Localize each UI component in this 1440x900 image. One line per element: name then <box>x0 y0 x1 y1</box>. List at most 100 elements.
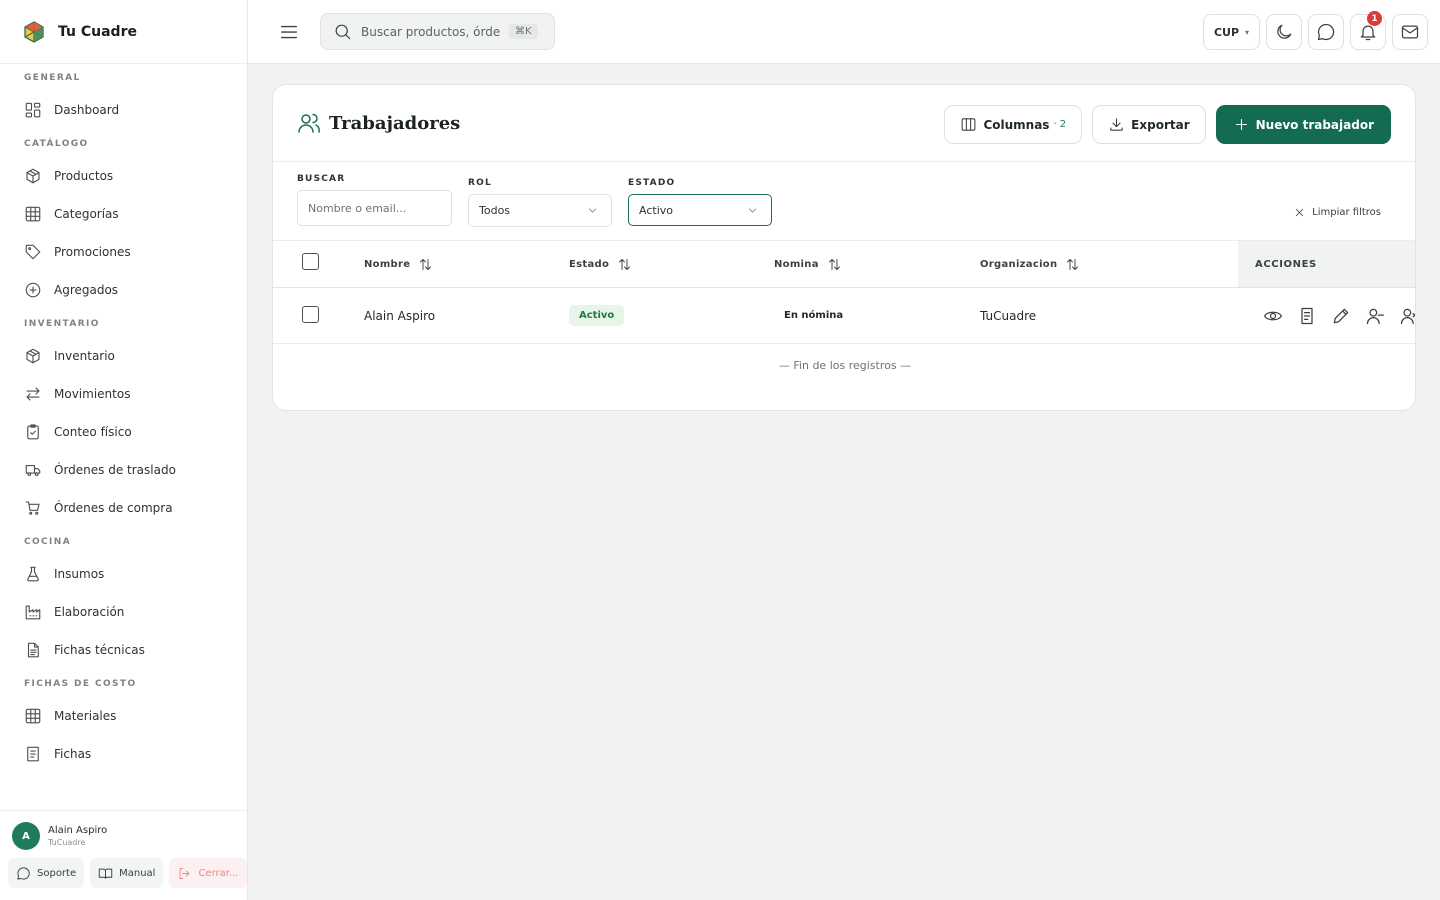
sidebar-item-materiales[interactable]: Materiales <box>0 697 247 735</box>
close-icon <box>1295 208 1304 217</box>
support-button[interactable]: Soporte <box>8 858 85 888</box>
caret-down-icon: ▾ <box>1245 27 1250 37</box>
sidebar-item-conteo-fisico[interactable]: Conteo físico <box>0 413 247 451</box>
plus-circle-icon <box>25 282 41 298</box>
role-select[interactable]: Todos <box>468 194 612 227</box>
tag-icon <box>25 244 41 260</box>
user-org: TuCuadre <box>48 838 86 847</box>
user-profile[interactable]: A Alain Aspiro TuCuadre <box>0 811 247 850</box>
sidebar-item-inventario[interactable]: Inventario <box>0 337 247 375</box>
box-icon <box>26 168 40 184</box>
column-header-org[interactable]: Organizacion <box>980 241 1080 287</box>
status-select[interactable]: Activo <box>628 194 772 226</box>
chat-button[interactable] <box>1308 14 1344 50</box>
table-row[interactable]: Alain Aspiro Activo En nómina TuCuadre <box>273 288 1415 344</box>
currency-value: CUP <box>1213 25 1240 39</box>
column-header-payroll[interactable]: Nomina <box>774 241 842 287</box>
topbar: ⌘K CUP ▾ 1 <box>248 0 1440 64</box>
nav-section-cocina: COCINA <box>24 537 72 547</box>
search-icon <box>335 24 351 40</box>
sort-icon <box>1067 258 1079 270</box>
sidebar-item-categorias[interactable]: Categorías <box>0 195 247 233</box>
sidebar-item-label: Elaboración <box>54 605 125 619</box>
columns-button[interactable]: Columnas · 2 <box>944 105 1083 144</box>
search-shortcut: ⌘K <box>509 24 538 39</box>
sidebar-item-label: Productos <box>54 169 114 183</box>
sidebar-item-ordenes-traslado[interactable]: Órdenes de traslado <box>0 451 247 489</box>
dashboard-icon <box>25 102 41 118</box>
sidebar-item-agregados[interactable]: Agregados <box>0 271 247 309</box>
select-all-checkbox[interactable] <box>302 253 319 270</box>
notifications-badge: 1 <box>1367 11 1382 26</box>
sidebar-item-label: Insumos <box>54 567 105 581</box>
users-icon <box>298 113 320 133</box>
sidebar-item-label: Conteo físico <box>54 425 132 439</box>
avatar: A <box>12 822 40 850</box>
sidebar-item-fichas-tecnicas[interactable]: Fichas técnicas <box>0 631 247 669</box>
book-open-icon <box>98 868 113 879</box>
pencil-icon[interactable] <box>1331 306 1351 326</box>
sidebar-item-label: Categorías <box>54 207 119 221</box>
brand[interactable]: Tu Cuadre <box>0 0 247 64</box>
new-worker-button[interactable]: Nuevo trabajador <box>1215 105 1391 144</box>
sidebar-item-label: Agregados <box>54 283 119 297</box>
search-input[interactable] <box>361 24 501 39</box>
nav-section-general: GENERAL <box>24 73 81 83</box>
sidebar-footer: A Alain Aspiro TuCuadre Soporte Manual C… <box>0 810 247 900</box>
status-select-value: Activo <box>639 203 673 217</box>
clear-filters-button[interactable]: Limpiar filtros <box>1293 206 1381 219</box>
name-email-search-input[interactable] <box>297 190 452 226</box>
menu-toggle-button[interactable] <box>278 21 300 43</box>
sidebar-item-productos[interactable]: Productos <box>0 157 247 195</box>
cart-icon <box>25 501 40 515</box>
manual-button[interactable]: Manual <box>90 858 164 888</box>
sidebar-item-ordenes-compra[interactable]: Órdenes de compra <box>0 489 247 527</box>
status-badge: Activo <box>569 305 625 326</box>
column-header-label: Nombre <box>364 258 411 270</box>
sidebar-item-insumos[interactable]: Insumos <box>0 555 247 593</box>
user-remove-icon[interactable] <box>1399 306 1416 326</box>
global-search[interactable]: ⌘K <box>320 13 555 50</box>
table-header: Nombre Estado Nomina Organizacion ACCION… <box>273 241 1415 288</box>
grid-icon <box>25 206 41 222</box>
document-icon[interactable] <box>1297 306 1317 326</box>
filters-bar: BUSCAR ROL Todos ESTADO Activo Limpiar f… <box>273 162 1415 241</box>
clear-filters-label: Limpiar filtros <box>1312 207 1381 218</box>
card-header: Trabajadores Columnas · 2 Exportar Nuevo… <box>273 85 1415 162</box>
export-button[interactable]: Exportar <box>1092 105 1206 144</box>
document-icon <box>27 746 39 762</box>
sidebar-item-movimientos[interactable]: Movimientos <box>0 375 247 413</box>
search-filter-label: BUSCAR <box>297 174 346 184</box>
sort-icon <box>619 258 631 270</box>
sidebar-item-fichas[interactable]: Fichas <box>0 735 247 773</box>
sidebar-item-label: Órdenes de compra <box>54 501 173 515</box>
clipboard-check-icon <box>27 424 39 440</box>
moon-icon <box>1277 24 1292 39</box>
column-header-name[interactable]: Nombre <box>364 241 433 287</box>
arrows-icon <box>26 387 40 401</box>
user-minus-icon[interactable] <box>1365 306 1385 326</box>
org-value: TuCuadre <box>980 308 1037 323</box>
notifications-button[interactable]: 1 <box>1350 11 1386 50</box>
logout-icon <box>180 867 190 879</box>
sidebar-nav: GENERAL Dashboard CATÁLOGO Productos Cat… <box>0 64 247 810</box>
sidebar-item-label: Materiales <box>54 709 117 723</box>
sidebar-item-dashboard[interactable]: Dashboard <box>0 91 247 129</box>
logout-button[interactable]: Cerrar... <box>169 858 247 888</box>
column-header-status[interactable]: Estado <box>569 241 632 287</box>
workers-card: Trabajadores Columnas · 2 Exportar Nuevo… <box>272 84 1416 411</box>
eye-icon[interactable] <box>1263 306 1283 326</box>
brand-logo-icon <box>24 20 44 43</box>
messages-button[interactable] <box>1392 14 1428 50</box>
currency-select[interactable]: CUP ▾ <box>1203 14 1260 50</box>
mail-icon <box>1401 25 1419 39</box>
role-filter-label: ROL <box>468 178 492 188</box>
nav-section-fichas-costo: FICHAS DE COSTO <box>24 679 137 689</box>
theme-toggle-button[interactable] <box>1266 14 1302 50</box>
page-title: Trabajadores <box>329 112 461 134</box>
row-checkbox[interactable] <box>302 306 319 323</box>
columns-icon <box>962 118 976 131</box>
grid-icon <box>25 708 41 724</box>
sidebar-item-elaboracion[interactable]: Elaboración <box>0 593 247 631</box>
sidebar-item-promociones[interactable]: Promociones <box>0 233 247 271</box>
